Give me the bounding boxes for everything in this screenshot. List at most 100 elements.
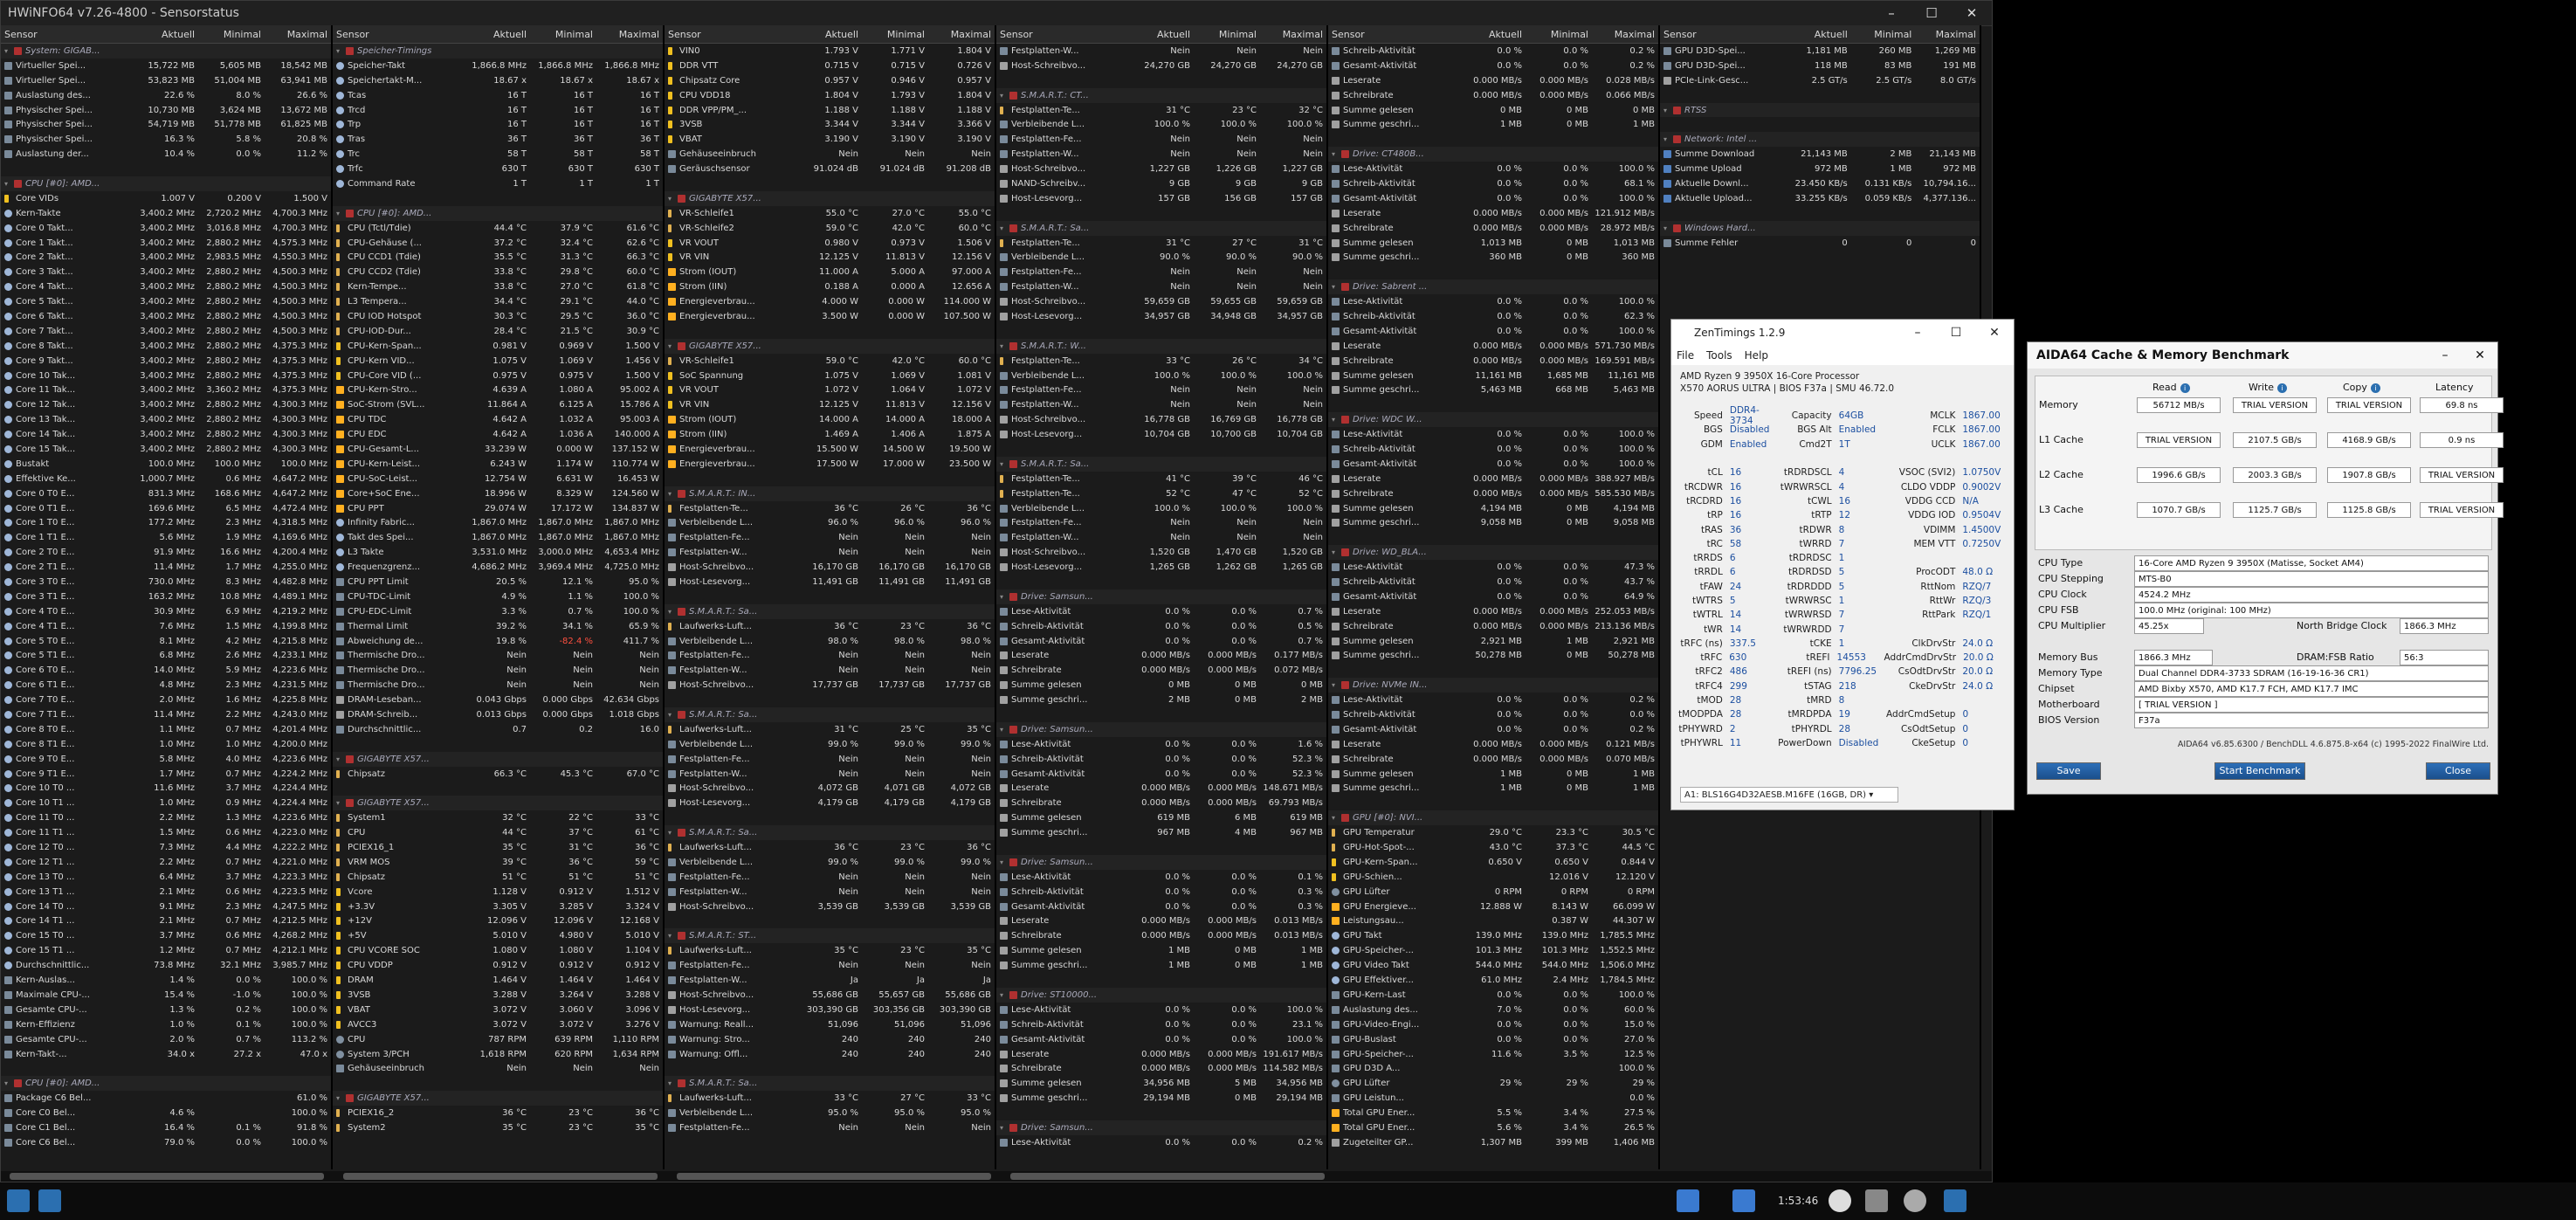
sensor-group[interactable]: ▾ S.M.A.R.T.: Sa... <box>665 1076 995 1092</box>
sensor-row[interactable]: Summe gelesen 1 MB 0 MB 1 MB <box>1328 767 1658 782</box>
sensor-row[interactable]: L3 Tempera... 34.4 °C 29.1 °C 44.0 °C <box>333 294 663 309</box>
sensor-row[interactable]: Physischer Spei... 10,730 MB 3,624 MB 13,67… <box>1 103 331 118</box>
sensor-row[interactable]: Lese-Aktivität 0.0 % 0.0 % 1.6 % <box>996 737 1326 752</box>
sensor-row[interactable]: GPU Effektiver... 61.0 MHz 2.4 MHz 1,784.5 … <box>1328 973 1658 988</box>
sensor-row[interactable]: Command Rate 1 T1 T1 T <box>333 176 663 191</box>
column-header-label[interactable]: Aktuell <box>464 29 530 40</box>
sensor-row[interactable]: Abweichung de... 19.8 % -82.4 % 411.7 % <box>333 634 663 649</box>
chevron-down-icon[interactable]: ▾ <box>336 210 343 217</box>
sensor-row[interactable]: Aktuelle Upload... 33.255 KB/s 0.059 KB/s 4… <box>1660 191 1980 206</box>
sensor-row[interactable]: Core 5 T0 E... 8.1 MHz 4.2 MHz 4,215.8 MHz <box>1 634 331 649</box>
sensor-row[interactable]: Schreibrate 0.000 MB/s 0.000 MB/s 585.530 M… <box>1328 486 1658 501</box>
sensor-group[interactable]: ▾ Drive: WD_BLA... <box>1328 545 1658 561</box>
sensor-row[interactable]: Strom (IIN) 1.469 A 1.406 A 1.875 A <box>665 427 995 442</box>
column-header-label[interactable]: Aktuell <box>1787 29 1851 40</box>
sensor-row[interactable]: Festplatten-Fe... Nein Nein Nein <box>665 530 995 545</box>
sensor-group[interactable]: ▾ CPU [#0]: AMD... <box>333 205 663 221</box>
sensor-row[interactable]: CPU-Gesamt-L... 33.239 W 0.000 W 137.152 W <box>333 442 663 457</box>
sensor-row[interactable]: Festplatten-Fe... Nein Nein Nein <box>665 752 995 767</box>
sensor-row[interactable]: Festplatten-Fe... Nein Nein Nein <box>996 516 1326 531</box>
column-header-label[interactable]: Sensor <box>1328 29 1459 40</box>
sensor-row[interactable]: Verbleibende L... 100.0 % 100.0 % 100.0 % <box>996 501 1326 516</box>
column-header-label[interactable]: Minimal <box>862 29 928 40</box>
sensor-row[interactable]: CPU (Tctl/Tdie) 44.4 °C 37.9 °C 61.6 °C <box>333 221 663 236</box>
sensor-row[interactable]: Summe gelesen 11,161 MB 1,685 MB 11,161 MB <box>1328 369 1658 383</box>
column-header-label[interactable]: Maximal <box>1260 29 1326 40</box>
sensor-row[interactable]: Auslastung des... 22.6 % 8.0 % 26.6 % <box>1 88 331 103</box>
sensor-row[interactable]: Kern-Auslas... 1.4 % 0.0 % 100.0 % <box>1 973 331 988</box>
sensor-row[interactable] <box>996 575 1326 589</box>
sensor-row[interactable]: Core 3 T1 E... 163.2 MHz 10.8 MHz 4,489.1 M… <box>1 589 331 604</box>
sensor-row[interactable]: VRM MOS 39 °C 36 °C 59 °C <box>333 855 663 870</box>
sensor-row[interactable]: Energieverbrau... 17.500 W 17.000 W 23.500 … <box>665 457 995 472</box>
forward-icon[interactable] <box>38 1189 61 1212</box>
sensor-row[interactable]: Schreibrate 0.000 MB/s 0.000 MB/s 69.793 MB… <box>996 796 1326 810</box>
sensor-row[interactable] <box>1328 796 1658 810</box>
sensor-row[interactable]: GPU Takt 139.0 MHz 139.0 MHz 1,785.5 MHz <box>1328 928 1658 943</box>
sensor-row[interactable]: PCIEX16_2 36 °C 23 °C 36 °C <box>333 1106 663 1120</box>
sensor-row[interactable]: Core 13 Tak... 3,400.2 MHz 2,880.2 MHz 4,30… <box>1 412 331 427</box>
close-icon[interactable]: ✕ <box>2462 348 2497 362</box>
sensor-row[interactable]: CPU VDD18 1.804 V 1.793 V 1.804 V <box>665 88 995 103</box>
sensor-row[interactable]: Gesamt-Aktivität 0.0 % 0.0 % 0.7 % <box>996 634 1326 649</box>
sensor-row[interactable]: Aktuelle Downl... 23.450 KB/s 0.131 KB/s 10… <box>1660 176 1980 191</box>
sensor-row[interactable]: Host-Schreibvo... 17,737 GB 17,737 GB 17,73… <box>665 678 995 693</box>
chevron-down-icon[interactable]: ▾ <box>1332 283 1339 291</box>
start-benchmark-button[interactable]: Start Benchmark <box>2214 762 2305 780</box>
chevron-down-icon[interactable]: ▾ <box>1000 92 1007 100</box>
close-icon[interactable] <box>1944 1189 1966 1212</box>
sensor-row[interactable]: CPU TDC 4.642 A 1.032 A 95.003 A <box>333 412 663 427</box>
sensor-row[interactable]: GPU-Buslast 0.0 % 0.0 % 27.0 % <box>1328 1032 1658 1047</box>
sensor-row[interactable]: Festplatten-Te... 36 °C 26 °C 36 °C <box>665 501 995 516</box>
sensor-row[interactable]: CPU IOD Hotspot 30.3 °C 29.5 °C 36.0 °C <box>333 309 663 324</box>
sensor-row[interactable]: Host-Schreibvo... 1,520 GB 1,470 GB 1,520 G… <box>996 545 1326 560</box>
sensor-row[interactable]: GPU Leistun... 0.0 % <box>1328 1091 1658 1106</box>
sensor-row[interactable] <box>996 1106 1326 1120</box>
sensor-row[interactable]: Verbleibende L... 95.0 % 95.0 % 95.0 % <box>665 1106 995 1120</box>
sensor-row[interactable]: Core+SoC Ene... 18.996 W 8.329 W 124.560 W <box>333 486 663 501</box>
sensor-group[interactable]: ▾ Speicher-Timings <box>333 44 663 59</box>
chevron-down-icon[interactable]: ▾ <box>668 829 675 837</box>
sensor-group[interactable]: ▾ S.M.A.R.T.: ST... <box>665 928 995 944</box>
sensor-row[interactable]: Summe Download 21,143 MB 2 MB 21,143 MB <box>1660 147 1980 162</box>
sensor-row[interactable]: Festplatten-W... Nein Nein Nein <box>665 545 995 560</box>
sensor-row[interactable]: CPU-Kern VID... 1.075 V 1.069 V 1.456 V <box>333 354 663 369</box>
sensor-row[interactable]: CPU-EDC-Limit 3.3 % 0.7 % 100.0 % <box>333 604 663 619</box>
sensor-row[interactable]: Host-Schreibvo... 1,227 GB 1,226 GB 1,227 G… <box>996 162 1326 176</box>
sensor-row[interactable]: Core C0 Bel... 4.6 % 100.0 % <box>1 1106 331 1120</box>
sensor-row[interactable]: Verbleibende L... 99.0 % 99.0 % 99.0 % <box>665 737 995 752</box>
sensor-row[interactable]: Lese-Aktivität 0.0 % 0.0 % 100.0 % <box>996 1003 1326 1017</box>
sensor-row[interactable]: CPU-Gehäuse (... 37.2 °C 32.4 °C 62.6 °C <box>333 236 663 251</box>
sensor-row[interactable]: Host-Lesevorg... 4,179 GB 4,179 GB 4,179 GB <box>665 796 995 810</box>
sensor-group[interactable]: ▾ GIGABYTE X57... <box>333 751 663 767</box>
sensor-row[interactable]: Core 3 Takt... 3,400.2 MHz 2,880.2 MHz 4,50… <box>1 265 331 279</box>
sensor-row[interactable]: GPU Energieve... 12.888 W 8.143 W 66.099 W <box>1328 899 1658 914</box>
sensor-row[interactable]: Schreibrate 0.000 MB/s 0.000 MB/s 0.013 MB/… <box>996 928 1326 943</box>
close-icon[interactable]: ✕ <box>1975 326 2014 340</box>
sensor-row[interactable]: Trp 16 T 16 T 16 T <box>333 117 663 132</box>
column-header-label[interactable]: Sensor <box>996 29 1127 40</box>
sensor-row[interactable]: Core 15 Tak... 3,400.2 MHz 2,880.2 MHz 4,30… <box>1 442 331 457</box>
sensor-row[interactable]: Total GPU Ener... 5.5 % 3.4 % 27.5 % <box>1328 1106 1658 1120</box>
info-icon[interactable]: i <box>2277 383 2288 393</box>
chevron-down-icon[interactable]: ▾ <box>1000 858 1007 866</box>
sensor-row[interactable]: SoC-Strom (SVL... 11.864 A 6.125 A 15.786 A <box>333 397 663 412</box>
sensor-group[interactable]: ▾ GPU [#0]: NVI... <box>1328 810 1658 826</box>
sensor-row[interactable]: Kern-Effizienz 1.0 % 0.1 % 100.0 % <box>1 1017 331 1032</box>
chevron-down-icon[interactable]: ▾ <box>336 755 343 763</box>
sensor-row[interactable]: Summe geschri... 5,463 MB 668 MB 5,463 MB <box>1328 383 1658 397</box>
sensor-row[interactable]: Schreib-Aktivität 0.0 % 0.0 % 0.2 % <box>1328 44 1658 59</box>
sensor-row[interactable]: Laufwerks-Luft... 31 °C 25 °C 35 °C <box>665 722 995 737</box>
sensor-row[interactable]: Festplatten-W... Nein Nein Nein <box>996 44 1326 59</box>
minimize-icon[interactable]: – <box>1871 5 1911 21</box>
column-header[interactable]: Sensor Aktuell Minimal Maximal <box>1328 25 1658 44</box>
column-header[interactable]: Sensor Aktuell Minimal Maximal <box>1660 25 1980 44</box>
sensor-row[interactable] <box>996 442 1326 457</box>
sensor-row[interactable]: Core 15 T1 ... 1.2 MHz 0.7 MHz 4,212.1 MHz <box>1 943 331 958</box>
sensor-row[interactable]: Physischer Spei... 54,719 MB 51,778 MB 61,8… <box>1 117 331 132</box>
chevron-down-icon[interactable]: ▾ <box>1000 342 1007 350</box>
close-button[interactable]: Close <box>2426 762 2490 780</box>
sensor-row[interactable]: CPU CCD1 (Tdie) 35.5 °C 31.3 °C 66.3 °C <box>333 250 663 265</box>
sensor-row[interactable]: 3VSB 3.288 V 3.264 V 3.288 V <box>333 988 663 1003</box>
sensor-row[interactable]: Core 4 T0 E... 30.9 MHz 6.9 MHz 4,219.2 MHz <box>1 604 331 619</box>
